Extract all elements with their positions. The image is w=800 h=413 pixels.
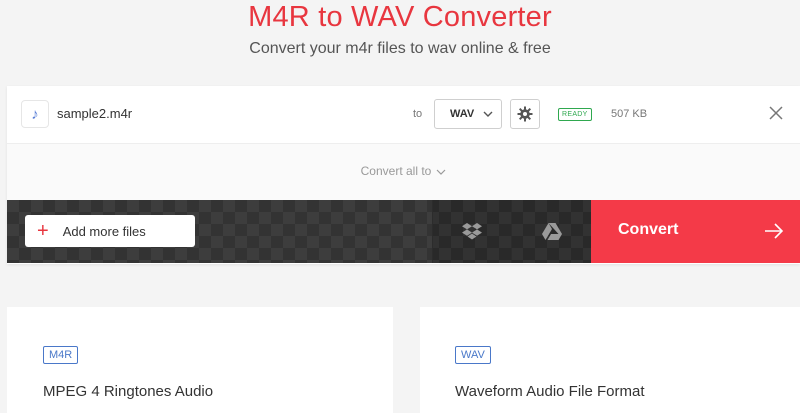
file-name: sample2.m4r xyxy=(57,106,133,121)
to-label: to xyxy=(413,108,423,120)
format-badge: M4R xyxy=(43,346,79,364)
page-title: M4R to WAV Converter xyxy=(248,1,552,33)
convert-all-dropdown[interactable]: Convert all to xyxy=(7,164,800,178)
file-row: ♪ sample2.m4r to WAV READY 507 KB xyxy=(7,86,800,143)
add-files-label: Add more files xyxy=(62,223,146,239)
arrow-right-icon xyxy=(765,223,784,239)
google-drive-button[interactable] xyxy=(511,200,591,263)
format-description: MPEG 4 Ringtones Audio xyxy=(43,383,214,400)
action-bar: + Add more files Convert xyxy=(7,200,800,263)
page-subtitle: Convert your m4r files to wav online & f… xyxy=(249,40,551,57)
gear-icon xyxy=(517,106,533,122)
settings-button[interactable] xyxy=(510,99,540,129)
convert-all-label: Convert all to xyxy=(360,164,432,178)
dropbox-icon xyxy=(462,222,482,239)
converter-card: ♪ sample2.m4r to WAV READY 507 KB Conver… xyxy=(7,86,800,264)
chevron-down-icon xyxy=(436,169,446,175)
format-description: Waveform Audio File Format xyxy=(455,383,645,400)
format-select[interactable]: WAV xyxy=(434,99,502,129)
format-badge: WAV xyxy=(455,346,491,364)
close-icon[interactable] xyxy=(768,105,784,121)
chevron-down-icon xyxy=(483,111,493,117)
convert-button[interactable]: Convert xyxy=(591,200,800,263)
add-files-button[interactable]: + Add more files xyxy=(25,215,195,247)
status-badge: READY xyxy=(558,108,592,121)
source-format-card: M4R MPEG 4 Ringtones Audio xyxy=(7,307,393,413)
dropbox-button[interactable] xyxy=(432,200,511,263)
google-drive-icon xyxy=(541,223,562,240)
plus-icon: + xyxy=(37,220,49,242)
convert-all-row: Convert all to xyxy=(7,143,800,200)
music-note-icon: ♪ xyxy=(21,100,49,128)
convert-button-label: Convert xyxy=(618,221,679,238)
format-select-value: WAV xyxy=(450,108,475,120)
file-size: 507 KB xyxy=(611,108,648,120)
target-format-card: WAV Waveform Audio File Format xyxy=(420,307,800,413)
